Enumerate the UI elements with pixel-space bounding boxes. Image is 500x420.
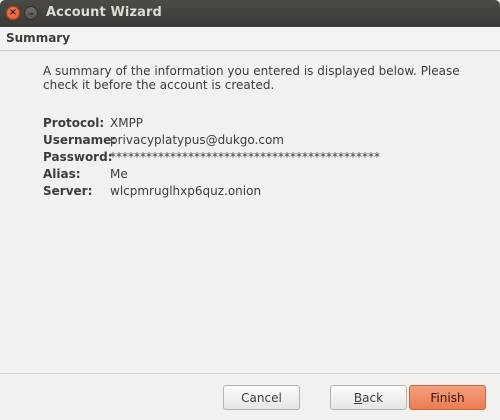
cancel-button[interactable]: Cancel [223, 385, 300, 410]
close-window-button[interactable]: × [6, 6, 20, 20]
summary-description-line-1: A summary of the information you entered… [43, 64, 460, 78]
back-button[interactable]: Back [330, 385, 407, 410]
summary-description: A summary of the information you entered… [43, 64, 463, 92]
finish-button[interactable]: Finish [409, 385, 486, 410]
account-wizard-window: × – Account Wizard Summary A summary of … [0, 0, 500, 420]
page-header: Summary [0, 27, 500, 51]
minimize-icon: – [28, 6, 34, 20]
server-label: Server: [43, 184, 93, 198]
summary-description-line-2: check it before the account is created. [43, 78, 275, 92]
protocol-label: Protocol: [43, 116, 105, 130]
title-bar: × – Account Wizard [0, 0, 500, 27]
back-mnemonic: B [353, 390, 363, 405]
minimize-window-button[interactable]: – [24, 6, 38, 20]
protocol-value: XMPP [110, 116, 144, 130]
username-label: Username: [43, 133, 117, 147]
close-icon: × [8, 7, 18, 18]
password-label: Password: [43, 150, 113, 164]
footer-divider [0, 373, 500, 374]
alias-value: Me [110, 167, 128, 181]
username-value: privacyplatypus@dukgo.com [110, 133, 284, 147]
page-title: Summary [6, 31, 71, 45]
server-value: wlcpmruglhxp6quz.onion [110, 184, 262, 198]
password-value: ****************************************… [110, 150, 380, 164]
back-label-rest: ack [362, 390, 384, 405]
window-title: Account Wizard [46, 5, 162, 20]
alias-label: Alias: [43, 167, 81, 181]
